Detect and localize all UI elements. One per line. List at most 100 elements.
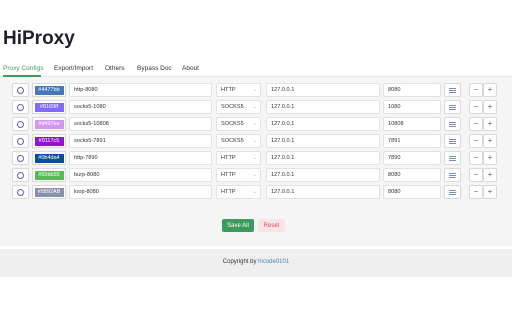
tab-export-import[interactable]: Export/Import xyxy=(54,65,93,72)
add-row-button[interactable]: + xyxy=(483,168,497,182)
row-settings-button[interactable] xyxy=(444,168,461,182)
port-input[interactable]: 7890 xyxy=(383,151,441,165)
radio-button[interactable] xyxy=(12,185,29,199)
lines-settings-icon xyxy=(449,87,456,93)
add-row-button[interactable]: + xyxy=(483,151,497,165)
color-swatch: #d497ee xyxy=(34,119,64,129)
reset-button[interactable]: Reset xyxy=(258,219,285,232)
row-settings-button[interactable] xyxy=(444,185,461,199)
row-settings-button[interactable] xyxy=(444,134,461,148)
radio-button[interactable] xyxy=(12,117,29,131)
protocol-select[interactable]: SOCKS5 ⌄ xyxy=(216,117,261,131)
add-row-button[interactable]: + xyxy=(483,134,497,148)
color-picker[interactable]: #55bb55 xyxy=(32,168,66,182)
tab-about[interactable]: About xyxy=(182,65,199,72)
remove-row-button[interactable]: − xyxy=(469,83,483,97)
footer-copyright: Copyright by hicode0101 xyxy=(0,259,512,265)
remove-row-button[interactable]: − xyxy=(469,100,483,114)
host-input[interactable]: 127.0.0.1 xyxy=(266,151,380,165)
copyright-prefix: Copyright by xyxy=(222,259,259,265)
author-link[interactable]: hicode0101 xyxy=(258,259,289,265)
lines-settings-icon xyxy=(449,104,456,110)
proxy-name-input[interactable]: socks5-7891 xyxy=(69,134,212,148)
row-settings-button[interactable] xyxy=(444,83,461,97)
host-input[interactable]: 127.0.0.1 xyxy=(266,185,380,199)
remove-row-button[interactable]: − xyxy=(469,117,483,131)
add-row-button[interactable]: + xyxy=(483,83,497,97)
host-input[interactable]: 127.0.0.1 xyxy=(266,168,380,182)
port-input[interactable]: 10808 xyxy=(383,117,441,131)
host-input[interactable]: 127.0.0.1 xyxy=(266,134,380,148)
proxy-name-input[interactable]: loop-8080 xyxy=(69,185,212,199)
radio-button[interactable] xyxy=(12,134,29,148)
color-picker[interactable]: #8892AB xyxy=(32,185,66,199)
port-input[interactable]: 8080 xyxy=(383,185,441,199)
host-input[interactable]: 127.0.0.1 xyxy=(266,83,380,97)
radio-button[interactable] xyxy=(12,83,29,97)
remove-row-button[interactable]: − xyxy=(469,168,483,182)
remove-row-button[interactable]: − xyxy=(469,151,483,165)
protocol-value: SOCKS5 xyxy=(221,104,244,110)
row-settings-button[interactable] xyxy=(444,100,461,114)
plus-icon: + xyxy=(487,153,493,162)
plus-icon: + xyxy=(487,102,493,111)
add-row-button[interactable]: + xyxy=(483,117,497,131)
radio-button[interactable] xyxy=(12,151,29,165)
host-input[interactable]: 127.0.0.1 xyxy=(266,100,380,114)
protocol-select[interactable]: HTTP ⌄ xyxy=(216,185,261,199)
protocol-select[interactable]: SOCKS5 ⌄ xyxy=(216,100,261,114)
lines-settings-icon xyxy=(449,121,456,127)
row-settings-button[interactable] xyxy=(444,151,461,165)
chevron-down-icon: ⌄ xyxy=(252,87,257,93)
color-picker[interactable]: #4477bb xyxy=(32,83,66,97)
port-input[interactable]: 7891 xyxy=(383,134,441,148)
color-swatch: #9117c5 xyxy=(34,136,64,146)
save-all-button[interactable]: Save All xyxy=(222,219,254,232)
proxy-row: #8892AB loop-8080 HTTP ⌄ 127.0.0.1 8080 − + xyxy=(0,185,512,199)
tab-proxy-configs[interactable]: Proxy Configs xyxy=(3,65,43,72)
tab-bar: Proxy Configs Export/Import Others Bypas… xyxy=(0,63,512,76)
row-settings-button[interactable] xyxy=(444,117,461,131)
proxy-name-input[interactable]: http-8080 xyxy=(69,83,212,97)
color-swatch: #0b4da4 xyxy=(34,153,64,163)
remove-row-button[interactable]: − xyxy=(469,185,483,199)
radio-icon xyxy=(17,154,24,162)
proxy-row: #4477bb http-8080 HTTP ⌄ 127.0.0.1 8080 − + xyxy=(0,83,512,97)
proxy-name-input[interactable]: http-7890 xyxy=(69,151,212,165)
radio-button[interactable] xyxy=(12,168,29,182)
proxy-name-input[interactable]: burp-8080 xyxy=(69,168,212,182)
port-input[interactable]: 8080 xyxy=(383,83,441,97)
chevron-down-icon: ⌄ xyxy=(252,172,257,178)
proxy-config-panel: #4477bb http-8080 HTTP ⌄ 127.0.0.1 8080− + #816… xyxy=(0,77,512,246)
add-row-button[interactable]: + xyxy=(483,185,497,199)
color-picker[interactable]: #d497ee xyxy=(32,117,66,131)
port-input[interactable]: 1080 xyxy=(383,100,441,114)
radio-icon xyxy=(17,171,24,179)
remove-row-button[interactable]: − xyxy=(469,134,483,148)
proxy-name-input[interactable]: socks5-1080 xyxy=(69,100,212,114)
minus-icon: − xyxy=(473,187,479,196)
tab-others[interactable]: Others xyxy=(105,65,125,72)
minus-icon: − xyxy=(473,85,479,94)
color-picker[interactable]: #9117c5 xyxy=(32,134,66,148)
port-input[interactable]: 8080 xyxy=(383,168,441,182)
host-input[interactable]: 127.0.0.1 xyxy=(266,117,380,131)
radio-button[interactable] xyxy=(12,100,29,114)
radio-icon xyxy=(17,137,24,145)
tab-bypass-doc[interactable]: Bypass Doc xyxy=(137,65,172,72)
protocol-value: HTTP xyxy=(221,189,236,195)
minus-icon: − xyxy=(473,102,479,111)
color-picker[interactable]: #0b4da4 xyxy=(32,151,66,165)
color-swatch: #4477bb xyxy=(34,85,64,95)
protocol-select[interactable]: SOCKS5 ⌄ xyxy=(216,134,261,148)
radio-icon xyxy=(17,120,24,128)
color-picker[interactable]: #8169ff xyxy=(32,100,66,114)
footer: Copyright by hicode0101 xyxy=(0,249,512,277)
protocol-select[interactable]: HTTP ⌄ xyxy=(216,168,261,182)
proxy-name-input[interactable]: socks5-10808 xyxy=(69,117,212,131)
protocol-select[interactable]: HTTP ⌄ xyxy=(216,83,261,97)
chevron-down-icon: ⌄ xyxy=(252,189,257,195)
add-row-button[interactable]: + xyxy=(483,100,497,114)
chevron-down-icon: ⌄ xyxy=(252,138,257,144)
protocol-select[interactable]: HTTP ⌄ xyxy=(216,151,261,165)
